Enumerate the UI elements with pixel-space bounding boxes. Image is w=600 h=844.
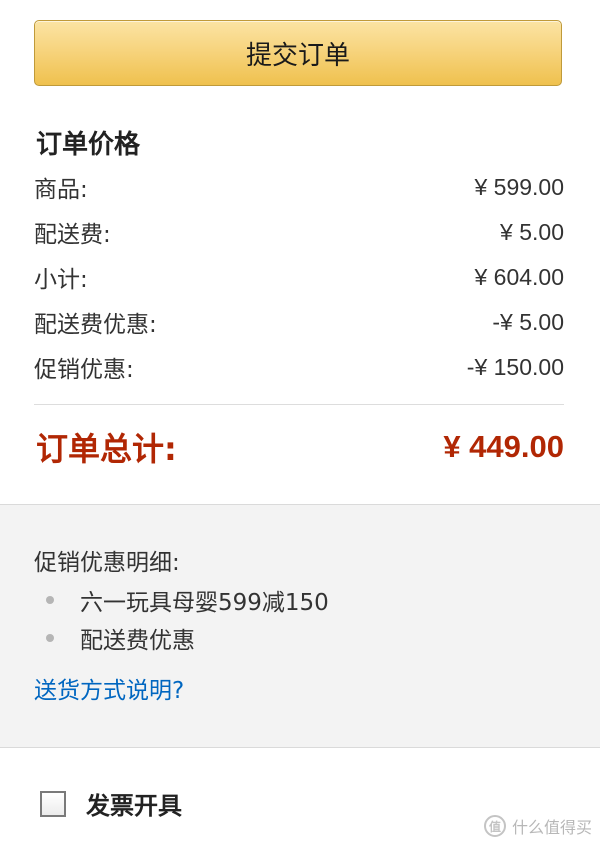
price-label: 配送费优惠: bbox=[34, 312, 157, 338]
order-summary-page: 提交订单 订单价格 商品: ¥ 599.00 配送费: ¥ 5.00 小计: ¥… bbox=[0, 0, 600, 844]
promotion-details-panel: 促销优惠明细: 六一玩具母婴599减150 配送费优惠 送货方式说明? bbox=[0, 504, 600, 748]
price-amount: -¥ 150.00 bbox=[466, 353, 564, 380]
invoice-checkbox[interactable] bbox=[40, 790, 66, 817]
price-row-items: 商品: ¥ 599.00 bbox=[34, 170, 564, 204]
watermark-logo-icon: 值 bbox=[483, 815, 506, 837]
watermark-text: 什么值得买 bbox=[511, 818, 592, 837]
order-price-title: 订单价格 bbox=[36, 130, 141, 160]
promotion-item-label: 六一玩具母婴599减150 bbox=[80, 590, 329, 616]
bullet-icon bbox=[46, 634, 54, 642]
submit-order-button[interactable]: 提交订单 bbox=[34, 20, 562, 86]
promotion-list-item: 配送费优惠 bbox=[46, 621, 195, 655]
price-amount: ¥ 5.00 bbox=[500, 218, 564, 245]
order-total-amount: ¥ 449.00 bbox=[443, 429, 564, 464]
price-row-shipping: 配送费: ¥ 5.00 bbox=[34, 215, 564, 249]
order-total-label: 订单总计: bbox=[36, 430, 177, 468]
promotion-details-title: 促销优惠明细: bbox=[34, 550, 180, 576]
site-watermark: 值 什么值得买 bbox=[483, 814, 592, 838]
price-amount: ¥ 604.00 bbox=[474, 263, 564, 290]
price-row-subtotal: 小计: ¥ 604.00 bbox=[34, 260, 564, 294]
order-total-row: 订单总计: ¥ 449.00 bbox=[36, 424, 564, 470]
price-label: 促销优惠: bbox=[34, 357, 134, 383]
summary-divider bbox=[34, 404, 564, 405]
promotion-list-item: 六一玩具母婴599减150 bbox=[46, 583, 329, 617]
price-amount: ¥ 599.00 bbox=[474, 173, 564, 200]
price-label: 小计: bbox=[34, 267, 88, 293]
price-row-shipping-discount: 配送费优惠: -¥ 5.00 bbox=[34, 305, 564, 339]
shipping-method-info-link[interactable]: 送货方式说明? bbox=[34, 671, 184, 705]
promotion-item-label: 配送费优惠 bbox=[80, 628, 195, 654]
bullet-icon bbox=[46, 596, 54, 604]
invoice-option: 发票开具 bbox=[40, 786, 182, 821]
price-label: 商品: bbox=[34, 177, 88, 203]
invoice-label: 发票开具 bbox=[86, 792, 182, 820]
price-row-promo-discount: 促销优惠: -¥ 150.00 bbox=[34, 350, 564, 384]
price-amount: -¥ 5.00 bbox=[492, 308, 564, 335]
price-label: 配送费: bbox=[34, 222, 111, 248]
